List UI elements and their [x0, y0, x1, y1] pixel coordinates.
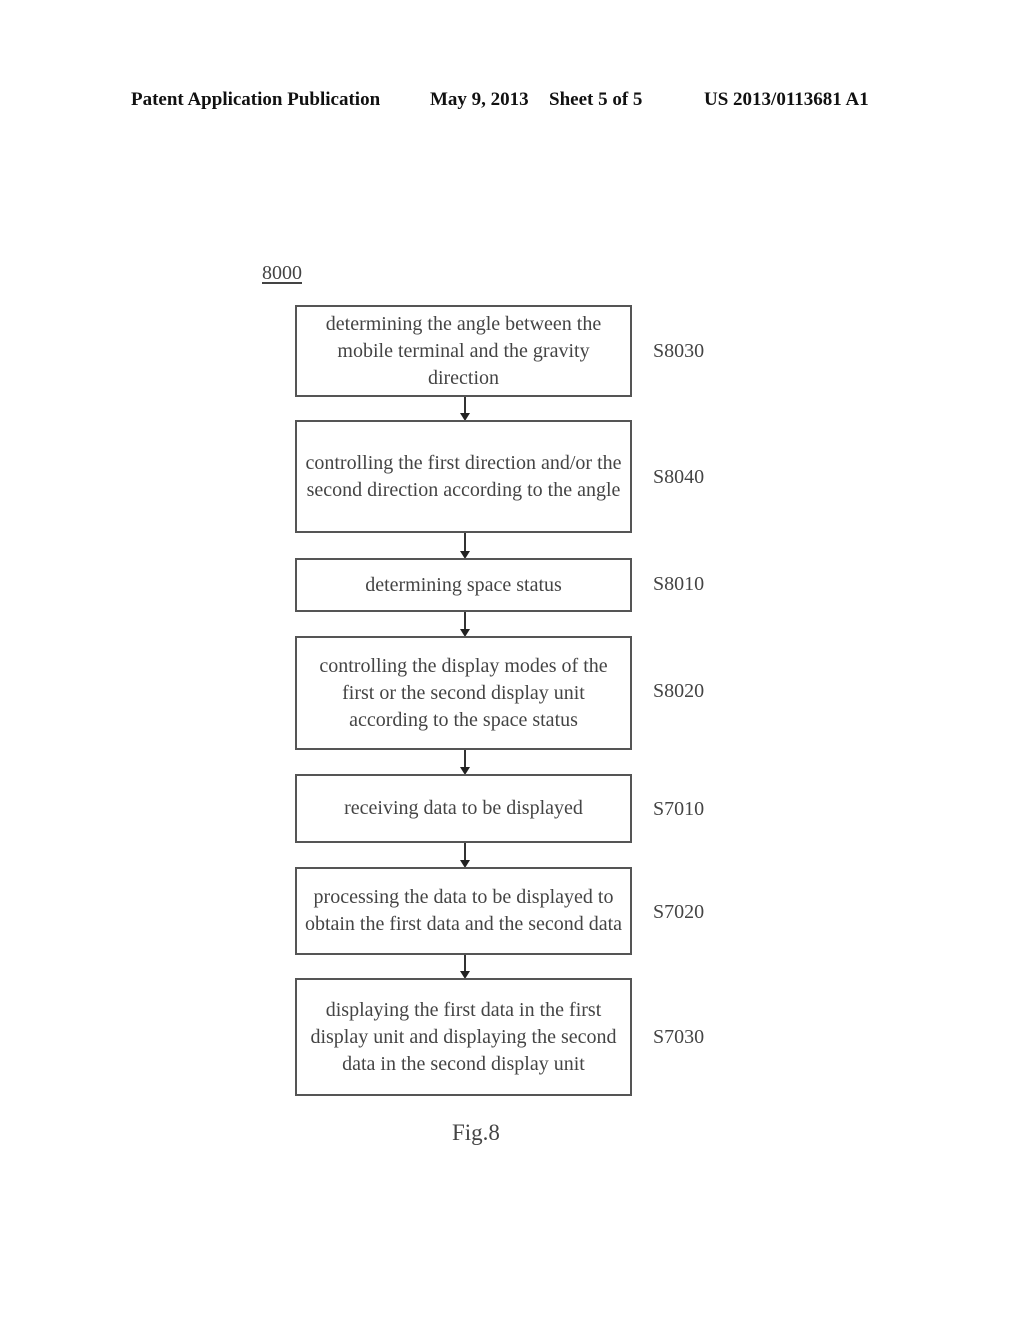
step-label: S7020 — [653, 901, 705, 923]
step-box: processing the data to be displayed to o… — [295, 867, 632, 955]
step-label: S7010 — [653, 798, 705, 820]
step-box: controlling the first direction and/or t… — [295, 420, 632, 533]
patent-number: US 2013/0113681 A1 — [704, 89, 869, 110]
step-box: determining the angle between the mobile… — [295, 305, 632, 397]
figure-caption: Fig.8 — [452, 1120, 500, 1145]
step-box: controlling the display modes of the fir… — [295, 636, 632, 750]
step-label: S8030 — [653, 340, 705, 362]
flow-arrow — [460, 612, 470, 637]
publication-date: May 9, 2013 — [430, 89, 529, 110]
flow-arrow — [460, 955, 470, 979]
diagram-reference: 8000 — [262, 262, 302, 284]
step-label: S8020 — [653, 680, 705, 702]
publication-type: Patent Application Publication — [131, 89, 381, 110]
flow-arrow — [460, 397, 470, 421]
step-label: S8010 — [653, 573, 705, 595]
step-box: receiving data to be displayed — [295, 774, 632, 843]
flow-arrow — [460, 533, 470, 559]
step-box: determining space status — [295, 558, 632, 612]
flow-arrow — [460, 843, 470, 868]
step-label: S7030 — [653, 1026, 705, 1048]
flow-arrow — [460, 750, 470, 775]
step-box: displaying the first data in the first d… — [295, 978, 632, 1096]
step-label: S8040 — [653, 466, 705, 488]
sheet-number: Sheet 5 of 5 — [549, 89, 643, 110]
